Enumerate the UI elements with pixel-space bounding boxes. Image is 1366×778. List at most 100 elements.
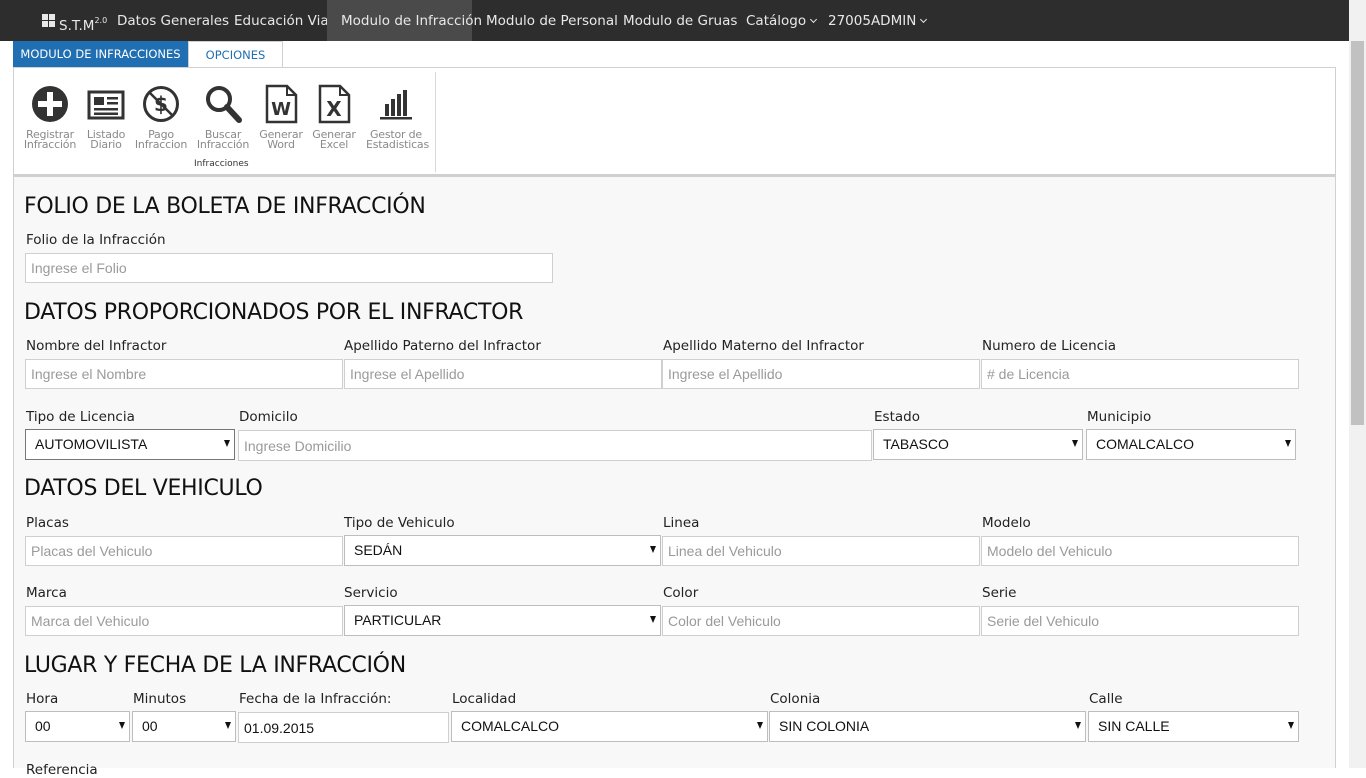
minutos-select[interactable]: 00 — [132, 711, 236, 742]
placas-label: Placas — [26, 515, 69, 531]
grid-icon — [42, 14, 55, 27]
nav-modulo-infraccion[interactable]: Modulo de Infracción — [327, 0, 482, 41]
nombre-input[interactable] — [25, 359, 343, 389]
bar-chart-icon — [380, 90, 412, 120]
placas-input[interactable] — [25, 536, 343, 566]
tab-opciones[interactable]: OPCIONES — [188, 41, 283, 69]
dropdown-arrow-icon — [757, 722, 763, 729]
nav-educacion-vial[interactable]: Educación Vial — [234, 0, 332, 41]
dropdown-arrow-icon — [1075, 722, 1081, 729]
brand-version: 2.0 — [94, 16, 108, 25]
generar-excel-button[interactable]: X Generar Excel — [304, 84, 364, 150]
page-scrollbar[interactable] — [1349, 0, 1366, 768]
excel-file-icon: X — [318, 84, 351, 124]
dropdown-arrow-icon — [650, 616, 656, 623]
apellido-paterno-label: Apellido Paterno del Infractor — [344, 338, 541, 354]
ribbon-label-line2: Estadisticas — [366, 138, 429, 151]
dropdown-arrow-icon — [1288, 722, 1294, 729]
hora-select[interactable]: 00 — [25, 711, 130, 742]
modelo-input[interactable] — [981, 536, 1299, 566]
folio-input[interactable] — [25, 253, 553, 283]
apellido-paterno-input[interactable] — [344, 359, 662, 389]
tab-modulo-infracciones[interactable]: MODULO DE INFRACCIONES — [13, 41, 188, 68]
estado-label: Estado — [874, 409, 920, 425]
ribbon-label-line2: Infracción — [23, 138, 77, 151]
domicilio-input[interactable] — [238, 430, 872, 461]
scrollbar-thumb[interactable] — [1351, 41, 1364, 425]
user-name: 27005ADMIN — [828, 13, 917, 29]
hora-label: Hora — [26, 691, 59, 707]
licencia-input[interactable] — [981, 359, 1299, 389]
calle-select[interactable]: SIN CALLE — [1088, 711, 1299, 742]
colonia-select[interactable]: SIN COLONIA — [769, 711, 1086, 742]
section-title-vehiculo: DATOS DEL VEHICULO — [24, 476, 263, 501]
fecha-label: Fecha de la Infracción: — [239, 691, 392, 707]
nav-modulo-personal[interactable]: Modulo de Personal — [486, 0, 618, 41]
infraccion-form: FOLIO DE LA BOLETA DE INFRACCIÓN Folio d… — [13, 175, 1336, 778]
minutos-value: 00 — [142, 718, 158, 734]
ribbon-label-line2: Excel — [319, 138, 349, 151]
localidad-select[interactable]: COMALCALCO — [451, 711, 768, 742]
chevron-down-icon — [920, 15, 928, 24]
ribbon-separator — [435, 72, 436, 172]
estado-value: TABASCO — [883, 436, 949, 452]
servicio-value: PARTICULAR — [354, 612, 442, 628]
calle-value: SIN CALLE — [1098, 718, 1170, 734]
tipo-licencia-value: AUTOMOVILISTA — [35, 436, 148, 452]
linea-input[interactable] — [662, 536, 980, 566]
serie-label: Serie — [982, 585, 1017, 601]
modelo-label: Modelo — [982, 515, 1031, 531]
brand-name: S.T.M — [59, 18, 95, 34]
user-menu-dropdown[interactable]: 27005ADMIN — [828, 0, 928, 41]
color-input[interactable] — [662, 606, 980, 636]
plus-circle-icon — [32, 86, 68, 122]
apellido-materno-label: Apellido Materno del Infractor — [663, 338, 864, 354]
dropdown-arrow-icon — [225, 722, 231, 729]
ribbon-group-label: Infracciones — [194, 159, 249, 169]
marca-label: Marca — [26, 585, 67, 601]
servicio-label: Servicio — [344, 585, 398, 601]
servicio-select[interactable]: PARTICULAR — [344, 605, 661, 636]
chevron-down-icon — [810, 15, 818, 24]
estado-select[interactable]: TABASCO — [873, 429, 1083, 460]
tipo-vehiculo-label: Tipo de Vehiculo — [344, 515, 455, 531]
tipo-vehiculo-select[interactable]: SEDÁN — [344, 535, 661, 566]
nav-modulo-gruas[interactable]: Modulo de Gruas — [623, 0, 737, 41]
apellido-materno-input[interactable] — [662, 359, 980, 389]
folio-label: Folio de la Infracción — [26, 232, 166, 248]
ribbon-label-line2: Word — [267, 138, 295, 151]
nav-datos-generales[interactable]: Datos Generales — [117, 0, 229, 41]
fecha-input[interactable] — [238, 712, 449, 743]
dropdown-arrow-icon — [1072, 440, 1078, 447]
localidad-label: Localidad — [452, 691, 517, 707]
buscar-infraccion-button[interactable]: Buscar Infracción — [193, 84, 253, 150]
dropdown-arrow-icon — [650, 546, 656, 553]
marca-input[interactable] — [25, 606, 343, 636]
minutos-label: Minutos — [133, 691, 187, 707]
nav-catalogo-dropdown[interactable]: Catálogo — [746, 0, 818, 41]
serie-input[interactable] — [981, 606, 1299, 636]
tipo-licencia-label: Tipo de Licencia — [26, 409, 135, 425]
colonia-value: SIN COLONIA — [779, 718, 870, 734]
brand-link[interactable]: S.T.M2.0 — [14, 0, 108, 41]
calle-label: Calle — [1089, 691, 1123, 707]
svg-text:$: $ — [154, 92, 168, 116]
tipo-licencia-select[interactable]: AUTOMOVILISTA — [25, 429, 235, 460]
linea-label: Linea — [663, 515, 700, 531]
municipio-value: COMALCALCO — [1096, 436, 1195, 452]
listado-diario-button[interactable]: Listado Diario — [76, 84, 136, 150]
top-navbar: S.T.M2.0 Datos Generales Educación Vial … — [0, 0, 1366, 41]
word-file-icon: W — [265, 84, 298, 124]
ribbon-label-line2: Infracción — [196, 138, 250, 151]
registrar-infraccion-button[interactable]: Registrar Infracción — [20, 84, 80, 150]
municipio-select[interactable]: COMALCALCO — [1086, 429, 1296, 460]
pago-infraccion-button[interactable]: $ Pago Infraccion — [131, 84, 191, 150]
newspaper-icon — [87, 90, 125, 120]
nav-catalogo-label: Catálogo — [746, 13, 807, 29]
generar-word-button[interactable]: W Generar Word — [251, 84, 311, 150]
section-title-lugar: LUGAR Y FECHA DE LA INFRACCIÓN — [24, 653, 406, 678]
localidad-value: COMALCALCO — [461, 718, 560, 734]
ribbon-label-line2: Infraccion — [134, 138, 188, 151]
gestor-estadisticas-button[interactable]: Gestor de Estadisticas — [366, 84, 429, 151]
municipio-label: Municipio — [1087, 409, 1152, 425]
